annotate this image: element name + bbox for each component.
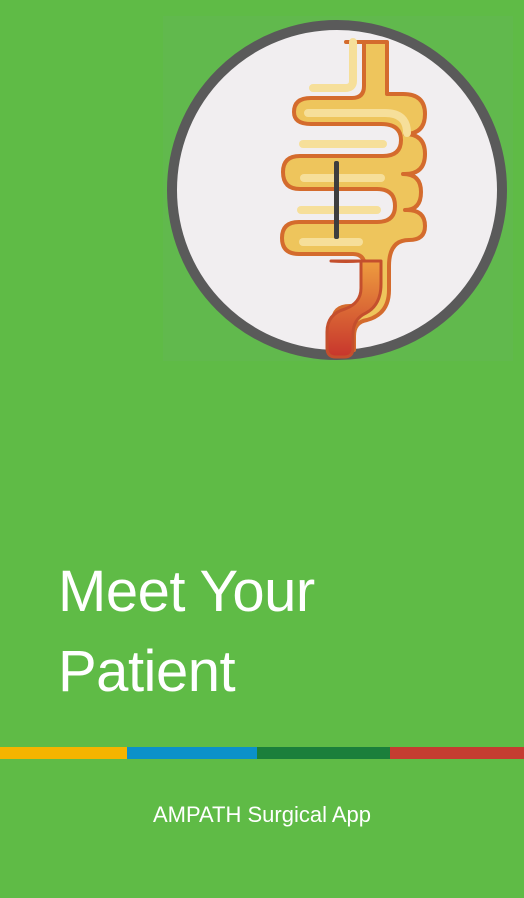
stripe-segment-yellow	[0, 747, 127, 759]
title-line-2: Patient	[58, 639, 236, 704]
stripe-segment-red	[390, 747, 524, 759]
title-line-1: Meet Your	[58, 559, 315, 624]
page-title: Meet Your Patient	[58, 552, 478, 712]
intestine-icon	[167, 20, 507, 360]
app-name: AMPATH Surgical App	[152, 802, 372, 827]
logo-panel	[163, 16, 513, 361]
color-stripe	[0, 747, 524, 759]
stripe-segment-blue	[127, 747, 257, 759]
splash-screen: Meet Your Patient AMPATH Surgical App	[0, 0, 524, 898]
stripe-segment-green	[257, 747, 390, 759]
